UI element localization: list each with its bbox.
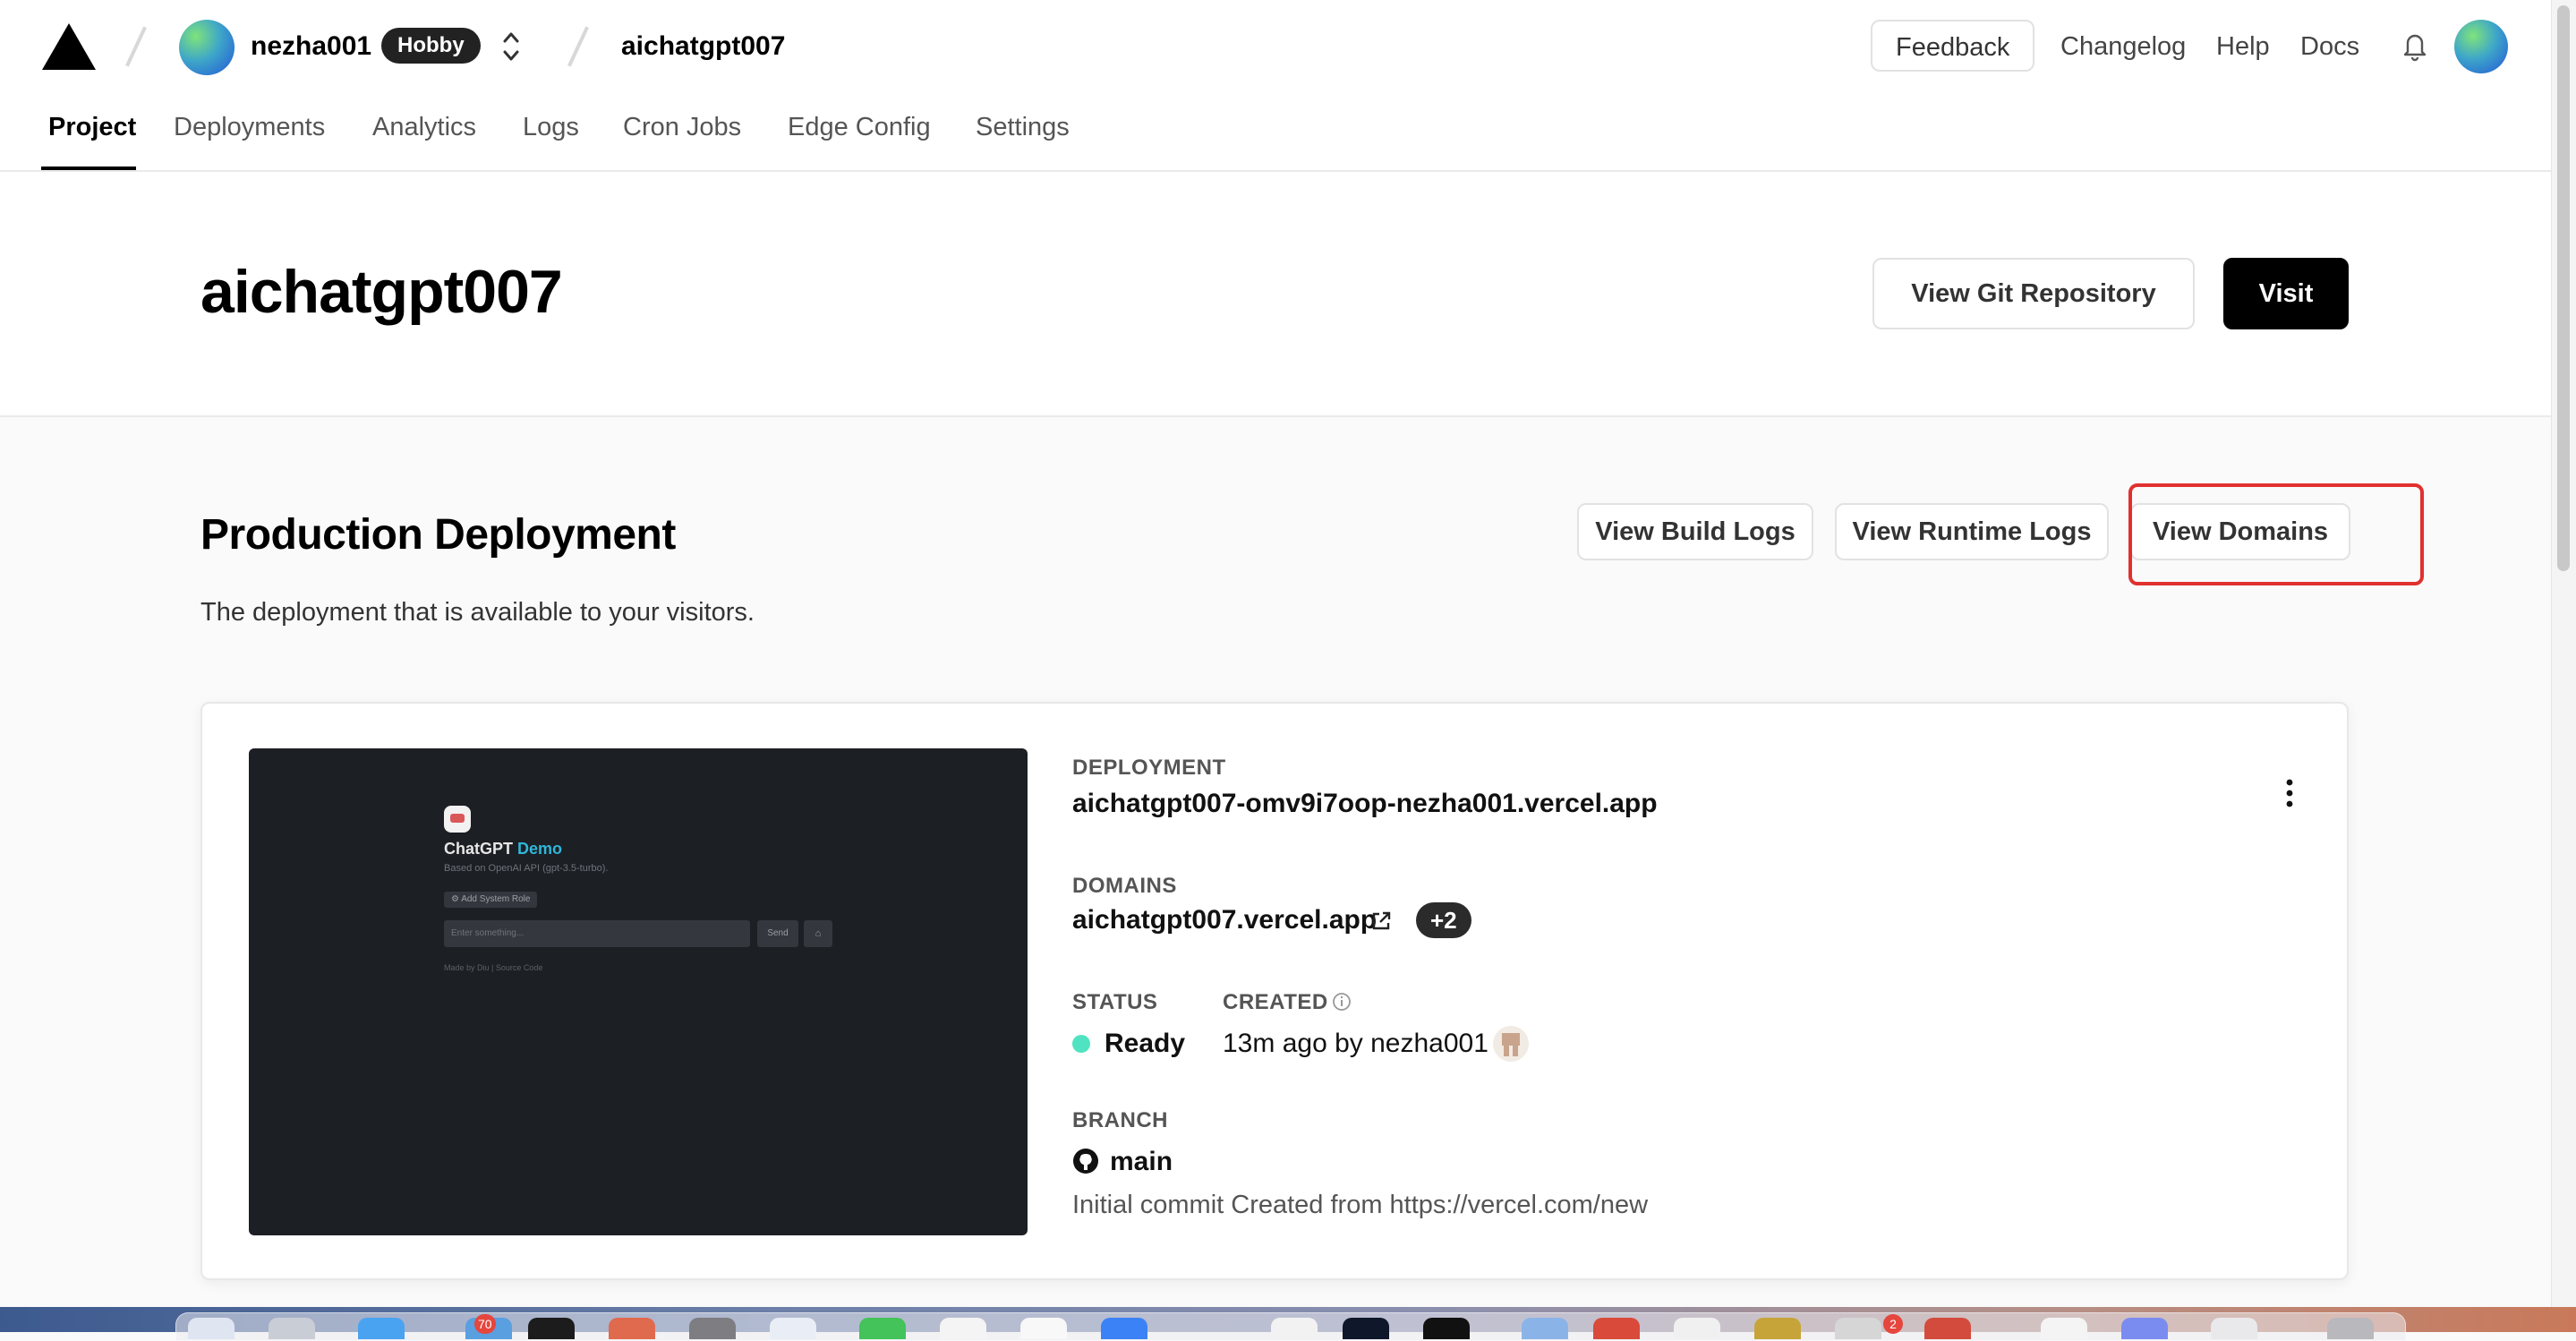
- scrollbar-track[interactable]: [2551, 0, 2576, 1307]
- project-breadcrumb[interactable]: aichatgpt007: [621, 27, 785, 66]
- project-header: aichatgpt007 View Git Repository Visit: [0, 172, 2551, 417]
- preview-system-role-chip: ⚙ Add System Role: [444, 892, 538, 908]
- app-dock-icon[interactable]: [689, 1318, 736, 1339]
- domains-label: DOMAINS: [1072, 874, 1177, 898]
- tab-edge-config[interactable]: Edge Config: [788, 107, 931, 147]
- preview-clear-icon: ⌂: [804, 920, 832, 947]
- finder-dock-icon[interactable]: [188, 1318, 235, 1339]
- vercel-logo-icon[interactable]: [41, 21, 97, 72]
- preview-send-button: Send: [757, 920, 798, 947]
- info-icon[interactable]: [1332, 992, 1352, 1012]
- view-git-repository-button[interactable]: View Git Repository: [1872, 258, 2195, 329]
- tab-project[interactable]: Project: [48, 107, 136, 147]
- branch-label: BRANCH: [1072, 1108, 1168, 1132]
- status-label: STATUS: [1072, 990, 1158, 1014]
- breadcrumb-separator: [125, 26, 147, 67]
- app-dock-icon[interactable]: [1593, 1318, 1640, 1339]
- bell-icon[interactable]: [2401, 27, 2429, 63]
- app-dock-icon[interactable]: [609, 1318, 655, 1339]
- deployment-preview[interactable]: ChatGPT Demo Based on OpenAI API (gpt-3.…: [249, 748, 1028, 1235]
- external-link-icon[interactable]: [1369, 910, 1393, 933]
- app-dock-icon[interactable]: [2211, 1318, 2257, 1339]
- team-avatar[interactable]: [179, 20, 235, 75]
- preview-subtitle: Based on OpenAI API (gpt-3.5-turbo).: [444, 863, 609, 874]
- app-dock-icon[interactable]: [1924, 1318, 1971, 1339]
- tab-deployments[interactable]: Deployments: [174, 107, 325, 147]
- active-tab-indicator: [41, 167, 136, 170]
- team-name[interactable]: nezha001: [251, 27, 371, 66]
- app-dock-icon[interactable]: [1754, 1318, 1801, 1339]
- app-notification-badge: 2: [1883, 1314, 1903, 1334]
- created-value: 13m ago by nezha001: [1223, 1029, 1488, 1058]
- messages-dock-icon[interactable]: [859, 1318, 906, 1339]
- deployment-label: DEPLOYMENT: [1072, 756, 1226, 780]
- chevron-up-down-icon[interactable]: [496, 25, 526, 68]
- app-dock-icon[interactable]: [940, 1318, 986, 1339]
- mail-unread-badge: 70: [474, 1314, 496, 1334]
- visit-button[interactable]: Visit: [2223, 258, 2349, 329]
- tab-cron-jobs[interactable]: Cron Jobs: [623, 107, 741, 147]
- extra-domains-badge[interactable]: +2: [1416, 902, 1471, 938]
- app-dock-icon[interactable]: [1020, 1318, 1067, 1339]
- status-value: Ready: [1105, 1029, 1186, 1058]
- branch-value[interactable]: main: [1110, 1144, 1173, 1180]
- app-dock-icon[interactable]: [2121, 1318, 2168, 1339]
- chatgpt-demo-logo-icon: [444, 806, 471, 833]
- top-header: nezha001 Hobby aichatgpt007 Feedback Cha…: [0, 0, 2551, 172]
- deployment-card: ChatGPT Demo Based on OpenAI API (gpt-3.…: [200, 702, 2349, 1280]
- tab-analytics[interactable]: Analytics: [372, 107, 476, 147]
- app-dock-icon[interactable]: [1343, 1318, 1389, 1339]
- section-title: Production Deployment: [200, 511, 676, 559]
- plan-badge: Hobby: [381, 28, 481, 64]
- tab-logs[interactable]: Logs: [523, 107, 579, 147]
- user-avatar[interactable]: [2454, 20, 2508, 73]
- app-dock-icon[interactable]: [1271, 1318, 1318, 1339]
- changelog-link[interactable]: Changelog: [2060, 27, 2186, 66]
- preview-title: ChatGPT Demo: [444, 840, 563, 858]
- app-dock-icon[interactable]: [1522, 1318, 1568, 1339]
- breadcrumb-separator: [567, 26, 589, 67]
- safari-dock-icon[interactable]: [358, 1318, 405, 1339]
- app-dock-icon[interactable]: [770, 1318, 816, 1339]
- view-build-logs-button[interactable]: View Build Logs: [1577, 503, 1813, 560]
- domain-link[interactable]: aichatgpt007.vercel.app: [1072, 902, 1377, 938]
- preview-input: Enter something...: [444, 920, 750, 947]
- github-icon: [1073, 1149, 1098, 1174]
- preview-footer: Made by Diu | Source Code: [444, 963, 543, 972]
- scrollbar-thumb[interactable]: [2557, 5, 2570, 571]
- app-dock-icon[interactable]: [2041, 1318, 2087, 1339]
- status-indicator: [1072, 1035, 1090, 1053]
- created-label: CREATED: [1223, 990, 1328, 1014]
- tab-settings[interactable]: Settings: [976, 107, 1070, 147]
- app-dock-icon[interactable]: [1835, 1318, 1881, 1339]
- highlight-annotation: [2128, 483, 2424, 585]
- deployment-url[interactable]: aichatgpt007-omv9i7oop-nezha001.vercel.a…: [1072, 786, 1658, 822]
- feedback-button[interactable]: Feedback: [1871, 20, 2035, 72]
- launchpad-dock-icon[interactable]: [269, 1318, 315, 1339]
- commit-message[interactable]: Initial commit Created from https://verc…: [1072, 1187, 1648, 1223]
- app-dock-icon[interactable]: [1423, 1318, 1470, 1339]
- terminal-dock-icon[interactable]: [528, 1318, 575, 1339]
- app-dock-icon[interactable]: [1101, 1318, 1147, 1339]
- more-options-icon[interactable]: [2284, 775, 2295, 811]
- page-title: aichatgpt007: [200, 258, 563, 326]
- view-runtime-logs-button[interactable]: View Runtime Logs: [1835, 503, 2109, 560]
- help-link[interactable]: Help: [2216, 27, 2270, 66]
- author-avatar[interactable]: [1493, 1026, 1529, 1062]
- app-dock-icon[interactable]: [1674, 1318, 1720, 1339]
- docs-link[interactable]: Docs: [2300, 27, 2359, 66]
- section-subtitle: The deployment that is available to your…: [200, 598, 755, 627]
- trash-dock-icon[interactable]: [2327, 1318, 2374, 1339]
